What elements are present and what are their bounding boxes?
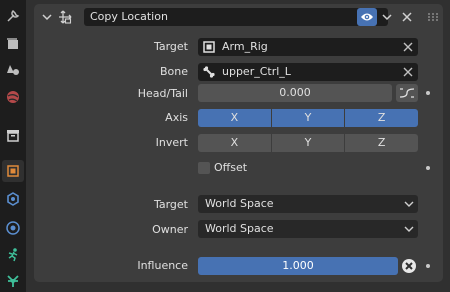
properties-tab-sidebar bbox=[0, 0, 26, 292]
disable-keep-transform-icon[interactable] bbox=[401, 258, 417, 274]
toggle-visibility-button[interactable] bbox=[357, 8, 377, 26]
constraint-name-field[interactable]: Copy Location bbox=[84, 8, 388, 26]
copy-location-icon bbox=[59, 10, 72, 24]
object-icon[interactable] bbox=[2, 160, 24, 182]
offset-label: Offset bbox=[214, 161, 248, 174]
target-space-dropdown[interactable]: World Space bbox=[198, 195, 418, 213]
target-value: Arm_Rig bbox=[222, 40, 268, 53]
target-field[interactable]: Arm_Rig bbox=[198, 38, 418, 56]
delete-constraint-icon[interactable] bbox=[400, 10, 414, 24]
eye-icon bbox=[361, 13, 373, 21]
clear-target-icon[interactable] bbox=[402, 41, 414, 53]
extra-options-chevron-icon[interactable] bbox=[380, 10, 394, 24]
drag-grip-icon[interactable] bbox=[427, 12, 441, 22]
bone-label: Bone bbox=[159, 65, 188, 78]
axis-x-toggle[interactable]: X bbox=[198, 109, 271, 127]
copy-location-constraint-panel: Copy Location Target Arm_Rig Bone upper_… bbox=[34, 4, 443, 282]
bone-value: upper_Ctrl_L bbox=[222, 65, 291, 78]
animate-offset-dot-icon[interactable] bbox=[426, 166, 430, 170]
bone-icon bbox=[203, 66, 215, 78]
particles-icon[interactable] bbox=[2, 217, 24, 239]
invert-toggle-group: X Y Z bbox=[198, 134, 419, 152]
target-space-value: World Space bbox=[205, 197, 274, 210]
invert-x-toggle[interactable]: X bbox=[198, 134, 271, 152]
scene-icon[interactable] bbox=[2, 124, 24, 146]
constraint-header: Copy Location bbox=[34, 4, 443, 30]
bbone-curve-icon bbox=[399, 88, 415, 98]
invert-label: Invert bbox=[155, 136, 188, 149]
influence-slider[interactable]: 1.000 bbox=[198, 257, 398, 275]
chevron-down-icon[interactable] bbox=[40, 10, 54, 24]
invert-z-toggle[interactable]: Z bbox=[345, 134, 419, 152]
owner-space-dropdown[interactable]: World Space bbox=[198, 220, 418, 238]
invert-y-toggle[interactable]: Y bbox=[271, 134, 345, 152]
constraint-icon[interactable] bbox=[2, 270, 24, 292]
object-icon bbox=[203, 41, 215, 53]
axis-y-toggle[interactable]: Y bbox=[271, 109, 345, 127]
modifier-icon[interactable] bbox=[2, 188, 24, 210]
influence-label: Influence bbox=[137, 259, 188, 272]
head-tail-field[interactable]: 0.000 bbox=[198, 84, 392, 102]
constraint-name: Copy Location bbox=[90, 10, 168, 23]
offset-checkbox[interactable] bbox=[198, 162, 210, 174]
axis-toggle-group: X Y Z bbox=[198, 109, 419, 127]
axis-z-toggle[interactable]: Z bbox=[345, 109, 419, 127]
tool-icon[interactable] bbox=[2, 5, 24, 27]
output-icon[interactable] bbox=[2, 59, 24, 81]
bone-field[interactable]: upper_Ctrl_L bbox=[198, 63, 418, 81]
use-bbone-shape-button[interactable] bbox=[396, 84, 418, 102]
chevron-down-icon bbox=[404, 201, 414, 207]
head-tail-label: Head/Tail bbox=[137, 87, 188, 100]
axis-label: Axis bbox=[165, 111, 188, 124]
chevron-down-icon bbox=[404, 226, 414, 232]
clear-bone-icon[interactable] bbox=[402, 66, 414, 78]
animate-property-dot-icon[interactable] bbox=[426, 91, 430, 95]
owner-space-label: Owner bbox=[152, 223, 188, 236]
animate-influence-dot-icon[interactable] bbox=[426, 264, 430, 268]
target-space-label: Target bbox=[153, 198, 188, 211]
render-icon[interactable] bbox=[2, 33, 24, 55]
physics-icon[interactable] bbox=[2, 244, 24, 266]
target-label: Target bbox=[153, 40, 188, 53]
view-layer-icon[interactable] bbox=[2, 86, 24, 108]
owner-space-value: World Space bbox=[205, 222, 274, 235]
